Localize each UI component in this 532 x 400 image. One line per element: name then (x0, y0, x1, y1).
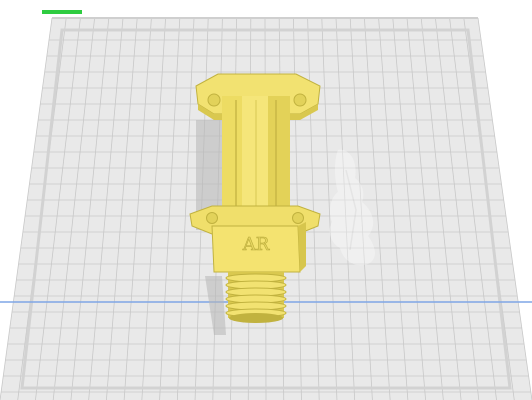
model-label-embossed: AR (242, 234, 270, 255)
bottom-left-mounting-hole (206, 212, 218, 224)
top-left-mounting-hole (207, 93, 221, 107)
slice-progress-bar (42, 10, 82, 14)
bottom-right-mounting-hole (292, 212, 304, 224)
3d-viewport[interactable]: AR (0, 0, 532, 400)
model-threaded-neck[interactable] (225, 272, 287, 323)
model-column-right (268, 96, 290, 222)
top-right-mounting-hole (293, 93, 307, 107)
model-column-center (242, 96, 268, 222)
build-scene[interactable]: AR (0, 0, 532, 400)
model-column-left (222, 96, 242, 222)
thread-bottom-face (229, 313, 283, 323)
